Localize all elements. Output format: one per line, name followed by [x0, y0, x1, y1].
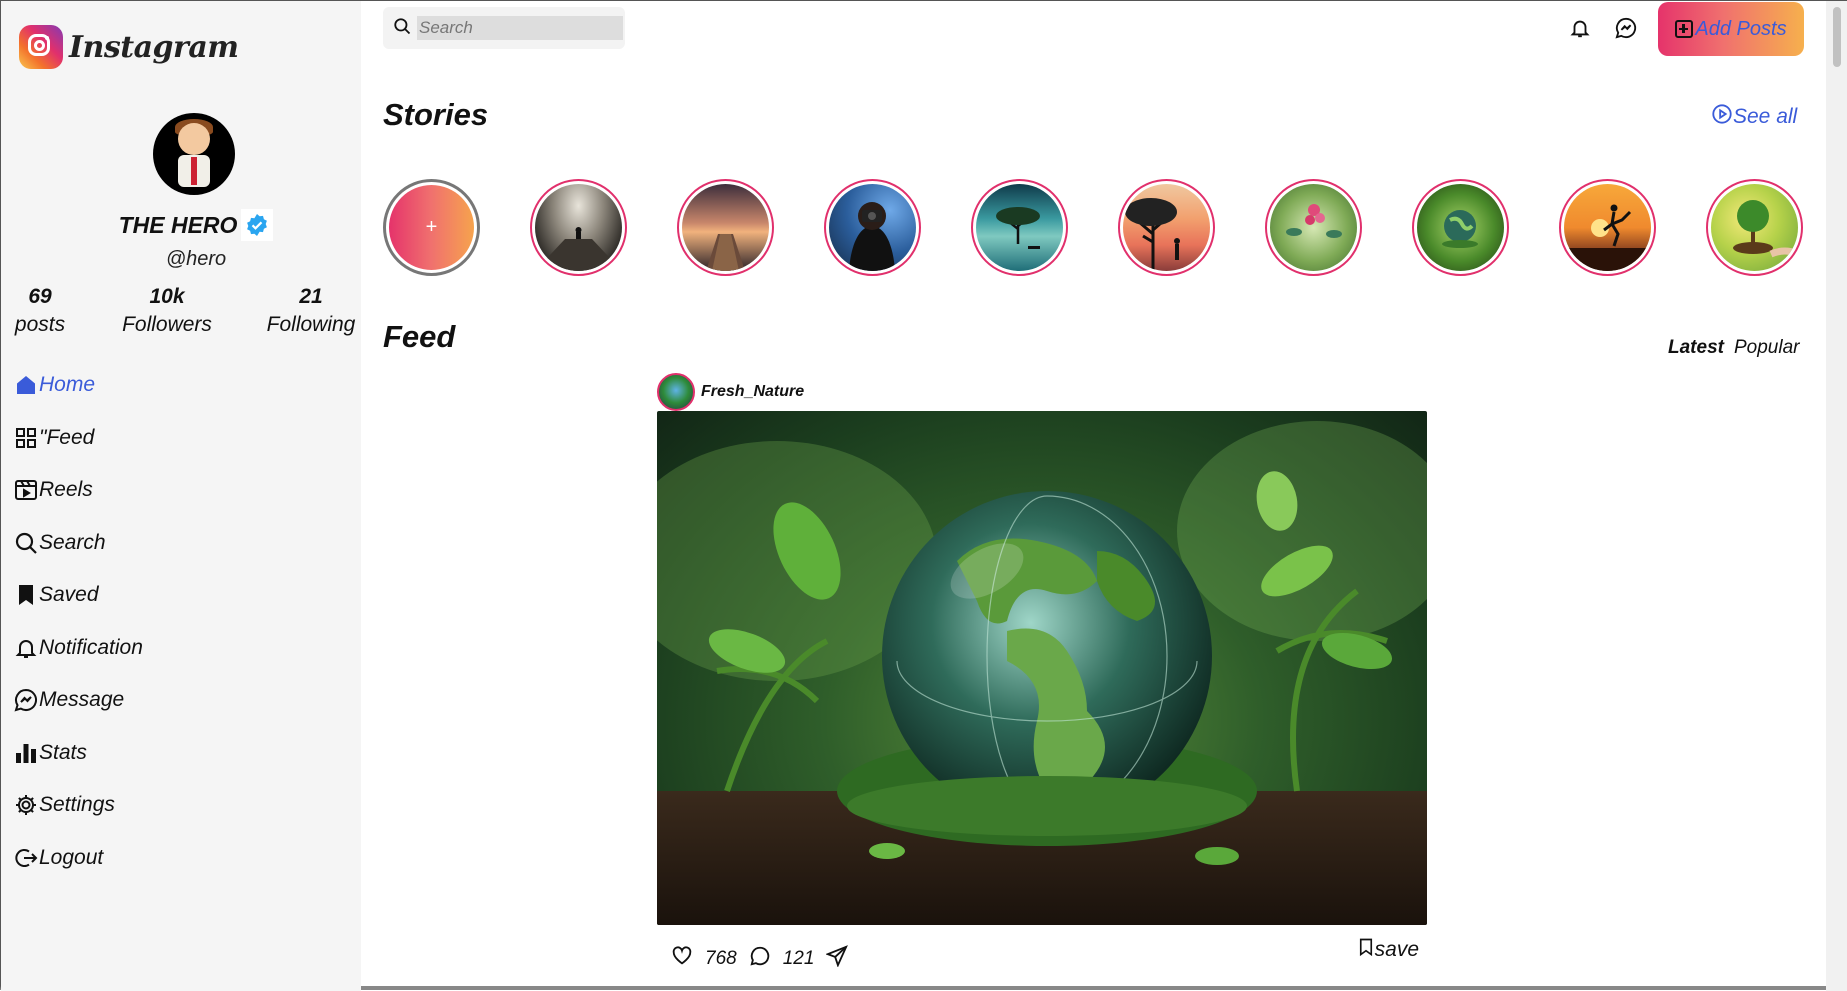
nav-item-saved[interactable]: Saved — [13, 569, 353, 622]
nav-item-logout[interactable]: Logout — [13, 832, 353, 885]
search-icon — [13, 530, 39, 556]
comment-count: 121 — [782, 948, 815, 969]
stories-title: Stories — [383, 97, 489, 132]
like-count: 768 — [705, 948, 737, 969]
stat-value: 69 — [28, 285, 52, 308]
nav-item-label: Notification — [39, 635, 143, 659]
search-input[interactable] — [417, 16, 623, 40]
add-posts-label: Add Posts — [1695, 17, 1787, 40]
feed-post: Fresh_Nature 768 121 save — [657, 373, 1427, 985]
nav-item-label: Settings — [39, 793, 115, 817]
save-label: save — [1374, 938, 1419, 961]
see-all-label: See all — [1733, 105, 1798, 128]
stat-posts[interactable]: 69 posts — [9, 285, 71, 337]
nav-item-settings[interactable]: Settings — [13, 779, 353, 832]
stat-label: Followers — [122, 313, 212, 336]
profile-avatar[interactable] — [153, 113, 235, 195]
story-item[interactable] — [677, 179, 774, 276]
brand-name: Instagram — [69, 29, 239, 65]
add-posts-button[interactable]: Add Posts — [1658, 2, 1804, 56]
feed-title: Feed — [383, 319, 456, 354]
nav-item-label: Logout — [39, 845, 104, 869]
add-story-button[interactable]: + — [383, 179, 480, 276]
post-header: Fresh_Nature — [657, 373, 1427, 411]
play-circle-icon — [1711, 103, 1733, 131]
nav-item-label: Reels — [39, 478, 93, 502]
messenger-icon — [13, 687, 39, 713]
post-author-avatar[interactable] — [657, 373, 695, 411]
nav-item-message[interactable]: Message — [13, 674, 353, 727]
search-icon — [393, 17, 411, 40]
page-scrollbar[interactable] — [1826, 1, 1847, 991]
scrollbar-thumb[interactable] — [1833, 7, 1841, 67]
tab-latest[interactable]: Latest — [1668, 337, 1724, 359]
nav-item-label: Stats — [39, 740, 87, 764]
stat-value: 10k — [149, 285, 185, 308]
main-content: Add Posts Stories See all + — [361, 1, 1826, 991]
nav-item-search[interactable]: Search — [13, 517, 353, 570]
profile-stats: 69 posts 10k Followers 21 Following — [1, 285, 361, 345]
stories-row: + — [383, 179, 1803, 279]
bell-icon — [13, 635, 39, 661]
messenger-icon[interactable] — [1613, 15, 1639, 41]
story-item[interactable] — [1118, 179, 1215, 276]
sidebar-nav: Home "Feed Reels Search Saved Notificati… — [13, 359, 353, 884]
bookmark-icon — [13, 582, 39, 608]
search-bar[interactable] — [383, 7, 625, 49]
see-all-link[interactable]: See all — [1711, 103, 1797, 131]
bell-icon[interactable] — [1567, 15, 1593, 41]
stat-label: posts — [14, 313, 66, 336]
comment-icon[interactable] — [749, 945, 771, 973]
nav-item-label: Home — [39, 373, 96, 397]
add-story-icon: + — [389, 185, 474, 270]
story-item[interactable] — [824, 179, 921, 276]
plus-square-icon — [1675, 20, 1694, 38]
nav-item-notification[interactable]: Notification — [13, 622, 353, 675]
verified-badge-icon — [241, 209, 274, 241]
stat-following[interactable]: 21 Following — [261, 285, 361, 337]
post-actions: 768 121 save — [657, 925, 1427, 985]
logout-icon — [13, 845, 39, 871]
nav-item-label: Search — [39, 530, 106, 554]
bar-chart-icon — [13, 740, 39, 766]
profile-name: THE HERO — [118, 211, 238, 238]
sidebar: Instagram THE HERO @hero 69 posts 10k Fo… — [1, 1, 361, 991]
heart-icon[interactable] — [671, 945, 693, 973]
send-icon[interactable] — [825, 945, 849, 973]
story-item[interactable] — [1706, 179, 1803, 276]
home-icon — [13, 372, 39, 398]
stat-label: Following — [266, 313, 356, 336]
post-username[interactable]: Fresh_Nature — [701, 383, 804, 401]
story-item[interactable] — [1559, 179, 1656, 276]
profile-name-row: THE HERO — [1, 209, 391, 241]
nav-item-reels[interactable]: Reels — [13, 464, 353, 517]
post-image[interactable] — [657, 411, 1427, 925]
app-window: Instagram THE HERO @hero 69 posts 10k Fo… — [0, 0, 1847, 991]
grid-icon — [13, 425, 39, 451]
story-item[interactable] — [1412, 179, 1509, 276]
story-item[interactable] — [1265, 179, 1362, 276]
brand[interactable]: Instagram — [19, 25, 239, 69]
profile-handle: @hero — [165, 248, 227, 270]
nav-item-feed[interactable]: "Feed — [13, 412, 353, 465]
stat-value: 21 — [299, 285, 323, 308]
nav-item-stats[interactable]: Stats — [13, 727, 353, 780]
story-item[interactable] — [971, 179, 1068, 276]
gear-icon — [13, 792, 39, 818]
bookmark-icon — [1357, 937, 1375, 963]
feed-tabs: Latest Popular — [1668, 337, 1799, 359]
save-button[interactable]: save — [1357, 937, 1419, 963]
instagram-logo-icon — [19, 25, 63, 69]
stat-followers[interactable]: 10k Followers — [117, 285, 217, 337]
top-icons — [1567, 15, 1639, 41]
reels-icon — [13, 477, 39, 503]
story-item[interactable] — [530, 179, 627, 276]
nav-item-label: Saved — [39, 583, 99, 607]
nav-item-home[interactable]: Home — [13, 359, 353, 412]
tab-popular[interactable]: Popular — [1734, 337, 1800, 359]
nav-item-label: Message — [39, 688, 125, 712]
nav-item-label: "Feed — [39, 425, 95, 449]
